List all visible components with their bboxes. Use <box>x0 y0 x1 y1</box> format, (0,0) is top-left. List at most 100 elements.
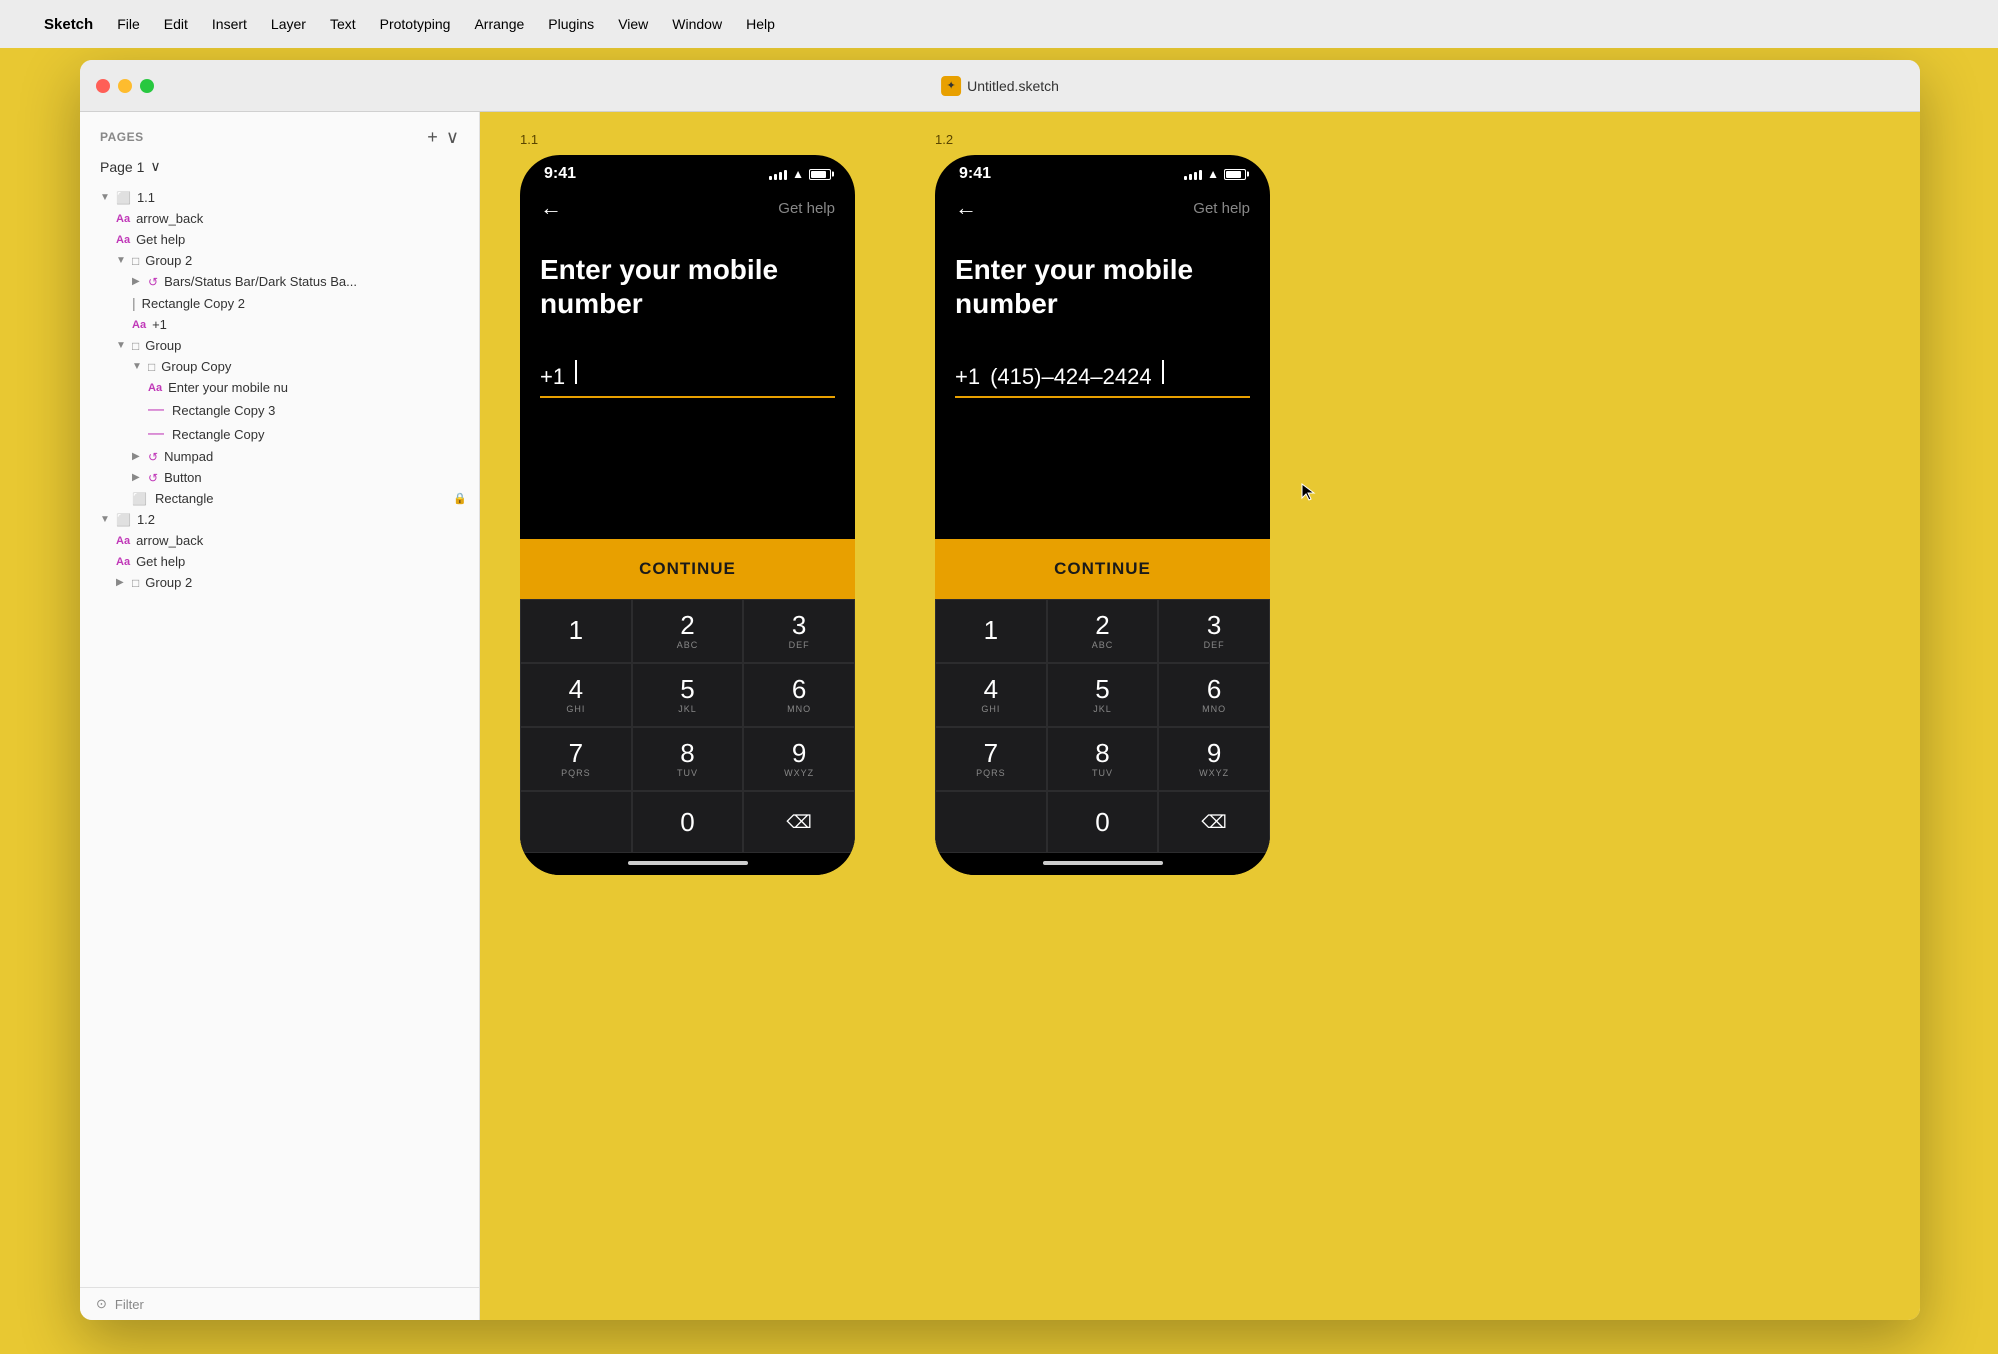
num-key-0[interactable]: 0 <box>632 791 744 853</box>
continue-button-2[interactable]: CONTINUE <box>935 539 1270 599</box>
num-key-2[interactable]: 2 ABC <box>632 599 744 663</box>
phone-title-2: Enter your mobile number <box>955 253 1250 320</box>
sidebar-item-get-help-1[interactable]: Aa Get help <box>80 229 479 250</box>
num-key-backspace[interactable]: ⌫ <box>743 791 855 853</box>
signal-bar <box>779 172 782 180</box>
menu-insert[interactable]: Insert <box>212 16 247 32</box>
filter-label: Filter <box>115 1297 144 1312</box>
menubar: Sketch File Edit Insert Layer Text Proto… <box>0 0 1998 48</box>
status-bar-2: 9:41 ▲ <box>935 155 1270 187</box>
get-help-1[interactable]: Get help <box>778 200 835 217</box>
phone-input-area-2[interactable]: +1 (415)–424–2424 <box>955 360 1250 398</box>
sidebar-item-frame-1-2[interactable]: ▼ ⬜ 1.2 <box>80 509 479 530</box>
sidebar-item-enter-mobile[interactable]: Aa Enter your mobile nu <box>80 377 479 398</box>
menu-window[interactable]: Window <box>672 16 722 32</box>
num-key-7-b[interactable]: 7 PQRS <box>935 727 1047 791</box>
menu-prototyping[interactable]: Prototyping <box>380 16 451 32</box>
app-name[interactable]: Sketch <box>44 16 93 33</box>
pages-chevron-button[interactable]: ∨ <box>446 128 459 146</box>
sidebar-item-bars-status[interactable]: ▶ ↺ Bars/Status Bar/Dark Status Ba... <box>80 271 479 292</box>
num-key-9[interactable]: 9 WXYZ <box>743 727 855 791</box>
layer-name: Rectangle <box>155 491 449 506</box>
layer-name: Group Copy <box>161 359 467 374</box>
num-key-6-b[interactable]: 6 MNO <box>1158 663 1270 727</box>
num-key-6[interactable]: 6 MNO <box>743 663 855 727</box>
backspace-icon: ⌫ <box>786 813 811 831</box>
menu-help[interactable]: Help <box>746 16 775 32</box>
num-key-empty <box>520 791 632 853</box>
menu-arrange[interactable]: Arrange <box>474 16 524 32</box>
num-main: 1 <box>984 617 998 643</box>
num-key-8-b[interactable]: 8 TUV <box>1047 727 1159 791</box>
sidebar-item-plus1[interactable]: Aa +1 <box>80 314 479 335</box>
num-main: 6 <box>792 676 806 702</box>
num-sub: TUV <box>677 768 698 778</box>
sidebar-item-rect-copy3[interactable]: — Rectangle Copy 3 <box>80 398 479 422</box>
layer-name: Numpad <box>164 449 467 464</box>
phone-cursor-1 <box>575 360 577 384</box>
num-key-2-b[interactable]: 2 ABC <box>1047 599 1159 663</box>
phone-spacer-2 <box>935 398 1270 539</box>
num-key-9-b[interactable]: 9 WXYZ <box>1158 727 1270 791</box>
page-selector[interactable]: Page 1 ∨ <box>80 154 479 187</box>
num-main: 2 <box>1095 612 1109 638</box>
menu-plugins[interactable]: Plugins <box>548 16 594 32</box>
menu-layer[interactable]: Layer <box>271 16 306 32</box>
close-button[interactable] <box>96 79 110 93</box>
chevron-right-icon: ▶ <box>132 472 144 483</box>
back-arrow-2[interactable]: ← <box>955 195 977 221</box>
num-key-3[interactable]: 3 DEF <box>743 599 855 663</box>
status-icons-1: ▲ <box>769 167 831 181</box>
sidebar-item-rect-copy2[interactable]: | Rectangle Copy 2 <box>80 292 479 314</box>
sidebar-item-group2-1[interactable]: ▼ □ Group 2 <box>80 250 479 271</box>
home-bar-2 <box>1043 861 1163 865</box>
home-bar-1 <box>628 861 748 865</box>
layer-name: Get help <box>136 554 467 569</box>
get-help-2[interactable]: Get help <box>1193 200 1250 217</box>
sidebar-item-rect-copy[interactable]: — Rectangle Copy <box>80 422 479 446</box>
sidebar-item-group2-2[interactable]: ▶ □ Group 2 <box>80 572 479 593</box>
num-key-backspace-b[interactable]: ⌫ <box>1158 791 1270 853</box>
menu-view[interactable]: View <box>618 16 648 32</box>
continue-button-1[interactable]: CONTINUE <box>520 539 855 599</box>
menu-text[interactable]: Text <box>330 16 356 32</box>
minimize-button[interactable] <box>118 79 132 93</box>
num-sub: GHI <box>981 704 1000 714</box>
num-key-7[interactable]: 7 PQRS <box>520 727 632 791</box>
num-key-0-b[interactable]: 0 <box>1047 791 1159 853</box>
back-arrow-1[interactable]: ← <box>540 195 562 221</box>
num-sub: MNO <box>787 704 811 714</box>
titlebar: ✦ Untitled.sketch <box>80 60 1920 112</box>
menu-edit[interactable]: Edit <box>164 16 188 32</box>
layer-name: Rectangle Copy 3 <box>172 403 467 418</box>
num-key-3-b[interactable]: 3 DEF <box>1158 599 1270 663</box>
sidebar-item-arrow-back-1[interactable]: Aa arrow_back <box>80 208 479 229</box>
sidebar-item-frame-1-1[interactable]: ▼ ⬜ 1.1 <box>80 187 479 208</box>
num-key-1-b[interactable]: 1 <box>935 599 1047 663</box>
num-key-1[interactable]: 1 <box>520 599 632 663</box>
maximize-button[interactable] <box>140 79 154 93</box>
num-key-4-b[interactable]: 4 GHI <box>935 663 1047 727</box>
sidebar-item-group-copy[interactable]: ▼ □ Group Copy <box>80 356 479 377</box>
add-page-button[interactable]: + <box>427 128 438 146</box>
phone-1: 9:41 ▲ <box>520 155 855 875</box>
sidebar-item-rectangle-locked[interactable]: ⬜ Rectangle 🔒 <box>80 488 479 509</box>
num-sub: PQRS <box>561 768 591 778</box>
window-body: PAGES + ∨ Page 1 ∨ ▼ ⬜ 1.1 <box>80 112 1920 1320</box>
sidebar-item-arrow-back-2[interactable]: Aa arrow_back <box>80 530 479 551</box>
sidebar: PAGES + ∨ Page 1 ∨ ▼ ⬜ 1.1 <box>80 112 480 1320</box>
sidebar-item-group-1[interactable]: ▼ □ Group <box>80 335 479 356</box>
num-key-5-b[interactable]: 5 JKL <box>1047 663 1159 727</box>
group-icon: □ <box>132 254 139 268</box>
phone-input-area-1[interactable]: +1 <box>540 360 835 398</box>
menu-file[interactable]: File <box>117 16 140 32</box>
sidebar-item-get-help-2[interactable]: Aa Get help <box>80 551 479 572</box>
frame-icon: ⬜ <box>116 513 131 527</box>
num-key-4[interactable]: 4 GHI <box>520 663 632 727</box>
sidebar-item-button[interactable]: ▶ ↺ Button <box>80 467 479 488</box>
num-key-5[interactable]: 5 JKL <box>632 663 744 727</box>
text-layer-icon: Aa <box>132 319 146 331</box>
sidebar-item-numpad[interactable]: ▶ ↺ Numpad <box>80 446 479 467</box>
filter-bar[interactable]: ⊙ Filter <box>80 1287 479 1320</box>
num-key-8[interactable]: 8 TUV <box>632 727 744 791</box>
